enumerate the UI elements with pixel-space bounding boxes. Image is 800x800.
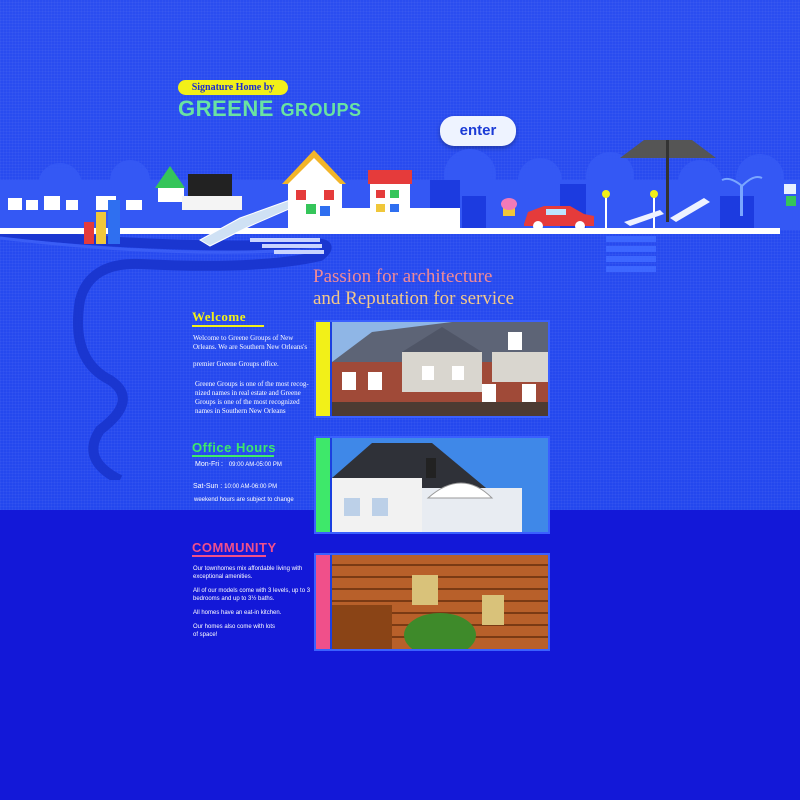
community-text: Our townhomes mix affordable living with… xyxy=(193,566,311,638)
photo-accent-pink xyxy=(316,555,330,649)
town-illustration xyxy=(0,140,800,480)
white-house-image xyxy=(332,438,548,532)
office-hours-sat-sun: Sat-Sun : 10:00 AM-06:00 PM xyxy=(193,483,278,490)
house-photo-1[interactable] xyxy=(314,320,550,418)
photo-accent-yellow xyxy=(316,322,330,416)
office-hours-underline xyxy=(192,455,274,457)
brand-logo[interactable]: GREENE GROUPS xyxy=(178,96,362,122)
logo-sub: GROUPS xyxy=(280,100,362,120)
welcome-title: Welcome xyxy=(192,309,247,324)
office-hours-note: weekend hours are subject to change xyxy=(194,497,294,503)
tagline-line-2: and Reputation for service xyxy=(313,288,515,309)
welcome-text-1: Welcome to Greene Groups of New Orleans.… xyxy=(193,334,308,368)
signature-badge: Signature Home by xyxy=(178,80,288,95)
welcome-text-2: Greene Groups is one of the most recog- … xyxy=(195,380,309,415)
tagline: Passion for architecture and Reputation … xyxy=(313,266,514,310)
office-hours-title: Office Hours xyxy=(192,440,277,455)
photo-accent-green xyxy=(316,438,330,532)
logo-main: GREENE xyxy=(178,96,274,121)
community-underline xyxy=(192,555,266,557)
community-title: COMMUNITY xyxy=(192,540,277,555)
brick-house-image xyxy=(332,322,548,416)
welcome-underline xyxy=(192,325,264,327)
log-cabin-image xyxy=(332,555,548,649)
tagline-line-1: Passion for architecture xyxy=(313,266,493,287)
office-hours-mon-fri: Mon-Fri : 09:00 AM-05:00 PM xyxy=(195,461,282,468)
house-photo-3[interactable] xyxy=(314,553,550,651)
house-photo-2[interactable] xyxy=(314,436,550,534)
